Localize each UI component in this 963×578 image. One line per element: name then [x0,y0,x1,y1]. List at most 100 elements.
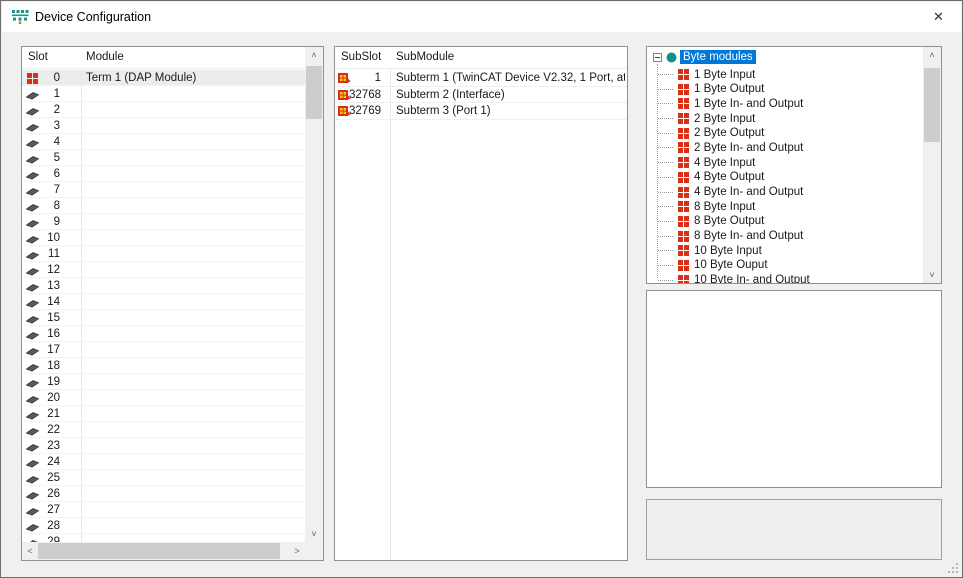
tree-connector [658,265,673,266]
close-button[interactable]: ✕ [916,2,961,32]
slot-row[interactable]: 8 [22,198,305,214]
resize-grip-icon[interactable] [948,563,959,574]
slot-row[interactable]: 17 [22,342,305,358]
tree-connector [658,133,673,134]
slot-row[interactable]: 14 [22,294,305,310]
tree-item-label: 8 Byte Output [694,214,764,228]
slot-number: 12 [38,264,60,276]
subslot-row[interactable]: 1Subterm 1 (TwinCAT Device V2.32, 1 Port… [335,70,627,87]
subslot-row[interactable]: 32769Subterm 3 (Port 1) [335,103,627,120]
tree-item[interactable]: 1 Byte Input [647,67,923,82]
scroll-up-arrow-icon[interactable]: ˄ [923,47,941,63]
slot-number: 15 [38,312,60,324]
tree-connector [658,192,673,193]
slot-row[interactable]: 16 [22,326,305,342]
tree-item[interactable]: 10 Byte Ouput [647,258,923,273]
tree-connector [658,147,673,148]
collapse-minus-icon[interactable] [653,53,662,62]
tree-item-label: 10 Byte Ouput [694,258,768,272]
device-configuration-window: Device Configuration ✕ Slot Module 0Term… [0,0,963,578]
slot-row[interactable]: 1 [22,86,305,102]
tree-root-byte-modules[interactable]: Byte modules [647,50,917,65]
tree-item[interactable]: 2 Byte Output [647,126,923,141]
tree-item-label: 8 Byte In- and Output [694,229,803,243]
scroll-left-arrow-icon[interactable]: ˂ [22,542,38,560]
slot-row[interactable]: 23 [22,438,305,454]
scroll-down-arrow-icon[interactable]: ˅ [923,267,941,283]
module-tree-panel: Byte modules 1 Byte Input1 Byte Output1 … [646,46,942,284]
slot-row[interactable]: 0Term 1 (DAP Module) [22,70,305,86]
slot-row[interactable]: 18 [22,358,305,374]
tree-item-label: 4 Byte Output [694,170,764,184]
slot-row[interactable]: 11 [22,246,305,262]
slot-row[interactable]: 15 [22,310,305,326]
slot-row[interactable]: 13 [22,278,305,294]
tree-item-label: 1 Byte Output [694,82,764,96]
tree-connector [658,74,673,75]
tree-connector [658,236,673,237]
tree-item[interactable]: 10 Byte Input [647,243,923,258]
scroll-up-arrow-icon[interactable]: ˄ [305,47,323,63]
slot-horizontal-scrollbar[interactable]: ˂ ˃ [22,542,305,560]
slot-row[interactable]: 27 [22,502,305,518]
tree-item-label: 10 Byte Input [694,244,762,258]
slot-row[interactable]: 22 [22,422,305,438]
slot-row[interactable]: 2 [22,102,305,118]
slot-row[interactable]: 29 [22,534,305,542]
slot-vertical-scrollbar[interactable]: ˄ ˅ [305,47,323,542]
tree-item[interactable]: 2 Byte In- and Output [647,140,923,155]
column-header-module[interactable]: Module [86,51,124,63]
tree-item[interactable]: 8 Byte In- and Output [647,229,923,244]
tree-item[interactable]: 4 Byte In- and Output [647,185,923,200]
slot-row[interactable]: 6 [22,166,305,182]
byte-module-icon [678,142,683,147]
slot-number: 3 [38,120,60,132]
tree-item-label: 4 Byte In- and Output [694,185,803,199]
slot-row[interactable]: 20 [22,390,305,406]
tree-item[interactable]: 4 Byte Output [647,170,923,185]
scroll-down-arrow-icon[interactable]: ˅ [305,526,323,542]
slot-row[interactable]: 4 [22,134,305,150]
module-description-panel [646,290,942,488]
tree-vertical-scrollbar[interactable]: ˄ ˅ [923,47,941,283]
byte-module-icon [678,113,683,118]
scrollbar-thumb[interactable] [924,68,940,142]
subslot-row[interactable]: 32768Subterm 2 (Interface) [335,87,627,104]
tree-item-label: 1 Byte Input [694,68,755,82]
slot-row[interactable]: 9 [22,214,305,230]
tree-item[interactable]: 2 Byte Input [647,111,923,126]
slot-row[interactable]: 5 [22,150,305,166]
tree-item[interactable]: 4 Byte Input [647,155,923,170]
slot-number: 23 [38,440,60,452]
slot-row[interactable]: 26 [22,486,305,502]
tree-item[interactable]: 10 Byte In- and Output [647,273,923,283]
slot-row[interactable]: 3 [22,118,305,134]
slot-row[interactable]: 24 [22,454,305,470]
status-panel [646,499,942,560]
tree-item[interactable]: 1 Byte In- and Output [647,96,923,111]
tree-item[interactable]: 1 Byte Output [647,82,923,97]
scroll-right-arrow-icon[interactable]: ˃ [289,542,305,560]
slot-row[interactable]: 7 [22,182,305,198]
column-header-submodule[interactable]: SubModule [396,51,454,63]
subslot-table-header: SubSlot SubModule [335,47,627,69]
tree-item-label: 10 Byte In- and Output [694,273,810,283]
scrollbar-thumb[interactable] [306,66,322,119]
slot-rows: 0Term 1 (DAP Module)12345678910111213141… [22,70,305,542]
slot-row[interactable]: 10 [22,230,305,246]
column-header-slot[interactable]: Slot [28,51,48,63]
column-header-subslot[interactable]: SubSlot [341,51,381,63]
byte-module-icon [678,128,683,133]
slot-row[interactable]: 19 [22,374,305,390]
scrollbar-thumb[interactable] [38,543,280,559]
titlebar: Device Configuration ✕ [2,2,961,32]
slot-row[interactable]: 25 [22,470,305,486]
slot-row[interactable]: 28 [22,518,305,534]
tree-item[interactable]: 8 Byte Input [647,199,923,214]
slot-number: 7 [38,184,60,196]
slot-row[interactable]: 21 [22,406,305,422]
tree-item[interactable]: 8 Byte Output [647,214,923,229]
slot-row[interactable]: 12 [22,262,305,278]
tree-item-label: 8 Byte Input [694,200,755,214]
tree-root-label[interactable]: Byte modules [680,50,756,64]
